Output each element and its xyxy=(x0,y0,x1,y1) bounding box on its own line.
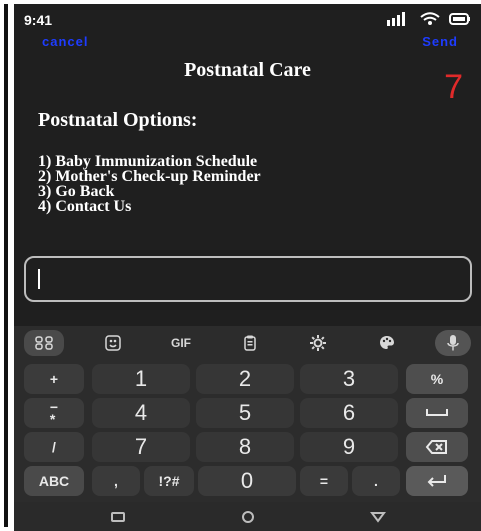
apps-icon[interactable] xyxy=(24,330,64,356)
status-bar: 9:41 xyxy=(14,4,481,34)
clipboard-icon[interactable] xyxy=(230,330,270,356)
keyboard: GIF + 1 2 3 % − * 4 5 6 / 7 8 9 ABC , !?… xyxy=(14,326,481,531)
battery-icon xyxy=(449,13,470,25)
key-5[interactable]: 5 xyxy=(196,398,294,428)
key-9[interactable]: 9 xyxy=(300,432,398,462)
status-icons xyxy=(385,12,471,26)
option-item-4: 4) Contact Us xyxy=(38,198,132,215)
message-input[interactable] xyxy=(24,256,472,302)
key-percent[interactable]: % xyxy=(406,364,468,394)
palette-icon[interactable] xyxy=(367,330,407,356)
key-8[interactable]: 8 xyxy=(196,432,294,462)
header-bar: cancel Send xyxy=(14,34,481,54)
screenshot-frame: 9:41 cancel Send Postnatal Care 7 Postna… xyxy=(0,0,481,531)
settings-icon[interactable] xyxy=(298,330,338,356)
emoji-icon[interactable] xyxy=(93,330,133,356)
key-7[interactable]: 7 xyxy=(92,432,190,462)
recent-apps-icon[interactable] xyxy=(108,510,128,524)
phone-screen: 9:41 cancel Send Postnatal Care 7 Postna… xyxy=(14,4,481,531)
enter-icon[interactable] xyxy=(406,466,468,496)
key-1[interactable]: 1 xyxy=(92,364,190,394)
wifi-icon xyxy=(420,12,440,25)
home-icon[interactable] xyxy=(238,510,258,524)
key-4[interactable]: 4 xyxy=(92,398,190,428)
key-2[interactable]: 2 xyxy=(196,364,294,394)
option-item-1: 1) Baby Immunization Schedule xyxy=(38,153,258,170)
left-edge-bar xyxy=(4,4,8,527)
key-equals[interactable]: = xyxy=(300,466,348,496)
option-item-2: 2) Mother's Check-up Reminder xyxy=(38,168,261,185)
send-button[interactable]: Send xyxy=(422,34,458,49)
system-nav-bar xyxy=(14,502,481,531)
signal-icon xyxy=(387,12,405,26)
key-symbols[interactable]: !?# xyxy=(144,466,194,496)
backspace-icon[interactable] xyxy=(406,432,468,462)
keyboard-toolbar: GIF xyxy=(14,326,481,360)
counter-indicator: 7 xyxy=(444,68,463,106)
section-subtitle: Postnatal Options: xyxy=(38,109,198,131)
key-abc[interactable]: ABC xyxy=(24,466,84,496)
key-6[interactable]: 6 xyxy=(300,398,398,428)
status-time: 9:41 xyxy=(24,12,53,28)
key-divide[interactable]: / xyxy=(24,432,84,462)
key-0[interactable]: 0 xyxy=(198,466,296,496)
gif-button[interactable]: GIF xyxy=(161,330,201,356)
back-icon[interactable] xyxy=(368,510,388,524)
key-plus[interactable]: + xyxy=(24,364,84,394)
key-minus-multiply[interactable]: − * xyxy=(24,398,84,428)
key-comma[interactable]: , xyxy=(92,466,140,496)
page-title: Postnatal Care xyxy=(184,59,311,81)
space-icon[interactable] xyxy=(406,398,468,428)
text-caret xyxy=(38,269,40,289)
cancel-button[interactable]: cancel xyxy=(42,34,88,49)
options-list: 1) Baby Immunization Schedule 2) Mother'… xyxy=(38,153,261,215)
key-3[interactable]: 3 xyxy=(300,364,398,394)
keyboard-keys: + 1 2 3 % − * 4 5 6 / 7 8 9 ABC , !?# 0 … xyxy=(14,364,481,496)
key-dot[interactable]: . xyxy=(352,466,400,496)
mic-icon[interactable] xyxy=(435,330,471,356)
option-item-3: 3) Go Back xyxy=(38,183,115,200)
